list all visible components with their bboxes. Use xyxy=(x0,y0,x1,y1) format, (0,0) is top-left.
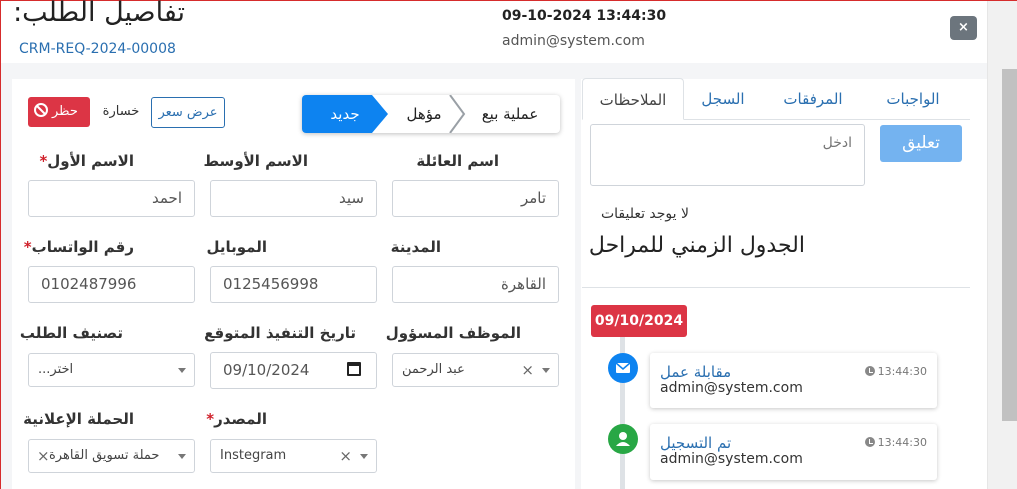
page-title: تفاصيل الطلب: xyxy=(13,0,185,28)
timeline-date-badge: 09/10/2024 xyxy=(591,305,687,337)
tab-attachments[interactable]: المرفقات xyxy=(768,78,858,120)
calendar-icon[interactable] xyxy=(347,362,361,376)
quote-button[interactable]: عرض سعر xyxy=(151,97,225,128)
family-name-field[interactable]: تامر xyxy=(392,180,559,217)
expected-date-label: تاريخ التنفيذ المتوقع xyxy=(204,324,356,342)
classification-value: اختر... xyxy=(38,362,74,377)
first-name-field[interactable]: احمد xyxy=(28,180,195,217)
city-label: المدينة xyxy=(390,238,441,256)
ban-button-label: حظر xyxy=(52,104,78,119)
city-field[interactable]: القاهرة xyxy=(392,266,559,303)
lost-button[interactable]: خسارة xyxy=(98,97,144,127)
comment-button[interactable]: تعليق xyxy=(880,125,962,162)
stage-new[interactable]: جديد xyxy=(302,95,388,133)
timeline-item: تم التسجيل 13:44:30 admin@system.com xyxy=(650,424,937,480)
tab-log[interactable]: السجل xyxy=(688,78,758,120)
modal-header: تفاصيل الطلب: CRM-REQ-2024-00008 09-10-2… xyxy=(1,0,987,63)
timeline-item: مقابلة عمل 13:44:30 admin@system.com xyxy=(650,353,937,408)
mobile-field[interactable]: 0125456998 xyxy=(210,266,377,303)
source-label: المصدر* xyxy=(206,410,267,428)
source-value: Instegram xyxy=(220,448,287,463)
header-user: admin@system.com xyxy=(502,33,645,49)
close-button[interactable]: × xyxy=(950,16,977,40)
employee-value: عبد الرحمن xyxy=(402,362,465,377)
middle-name-label: الاسم الأوسط xyxy=(203,152,309,170)
chevron-down-icon xyxy=(178,454,186,459)
tab-notes[interactable]: الملاحظات xyxy=(582,78,684,120)
stage-sale[interactable]: عملية بيع xyxy=(460,95,560,133)
chevron-down-icon xyxy=(178,368,186,373)
chevron-down-icon xyxy=(360,454,368,459)
clear-icon[interactable]: × xyxy=(37,440,50,472)
classification-label: تصنيف الطلب xyxy=(19,324,123,342)
clear-icon[interactable]: × xyxy=(339,440,352,472)
comment-input[interactable] xyxy=(590,124,865,186)
campaign-select[interactable]: × حملة تسويق القاهرة xyxy=(28,439,195,473)
no-comments-text: لا يوجد تعليقات xyxy=(600,206,689,222)
chevron-down-icon xyxy=(542,368,550,373)
timeline-item-time: 13:44:30 xyxy=(864,365,927,378)
user-icon xyxy=(608,424,638,454)
request-details-modal: تفاصيل الطلب: CRM-REQ-2024-00008 09-10-2… xyxy=(0,0,1017,489)
request-number: CRM-REQ-2024-00008 xyxy=(19,41,176,57)
timeline-item-user: admin@system.com xyxy=(660,380,803,396)
divider xyxy=(582,287,970,288)
first-name-label: الاسم الأول* xyxy=(39,152,134,170)
campaign-value: حملة تسويق القاهرة xyxy=(49,448,160,463)
employee-select[interactable]: عبد الرحمن × xyxy=(392,353,559,387)
clock-icon xyxy=(864,366,875,376)
mobile-label: الموبايل xyxy=(206,238,267,256)
timeline-item-title: تم التسجيل xyxy=(660,434,732,452)
ban-button[interactable]: حظر xyxy=(28,97,90,127)
source-select[interactable]: Instegram × xyxy=(210,439,377,473)
whatsapp-label: رقم الواتساب* xyxy=(23,238,134,256)
timeline-item-time: 13:44:30 xyxy=(864,436,927,449)
classification-select[interactable]: اختر... xyxy=(28,353,195,387)
middle-name-field[interactable]: سيد xyxy=(210,180,377,217)
clear-icon[interactable]: × xyxy=(521,354,534,386)
tab-tasks[interactable]: الواجبات xyxy=(866,78,960,120)
ban-icon xyxy=(34,103,48,117)
timeline-item-title: مقابلة عمل xyxy=(660,363,732,381)
envelope-icon xyxy=(608,353,638,383)
stage-pipeline: جديد مؤهل عملية بيع xyxy=(302,95,560,133)
clock-icon xyxy=(864,437,875,447)
scrollbar-thumb[interactable] xyxy=(1002,69,1017,421)
timeline-item-user: admin@system.com xyxy=(660,451,803,467)
campaign-label: الحملة الإعلانية xyxy=(23,410,134,428)
activity-tabs: الملاحظات السجل المرفقات الواجبات xyxy=(582,78,970,120)
employee-label: الموظف المسؤول xyxy=(385,324,521,342)
header-datetime: 09-10-2024 13:44:30 xyxy=(502,8,667,24)
whatsapp-field[interactable]: 0102487996 xyxy=(28,266,195,303)
family-name-label: اسم العائلة xyxy=(416,152,499,170)
timeline-title: الجدول الزمني للمراحل xyxy=(588,233,805,258)
